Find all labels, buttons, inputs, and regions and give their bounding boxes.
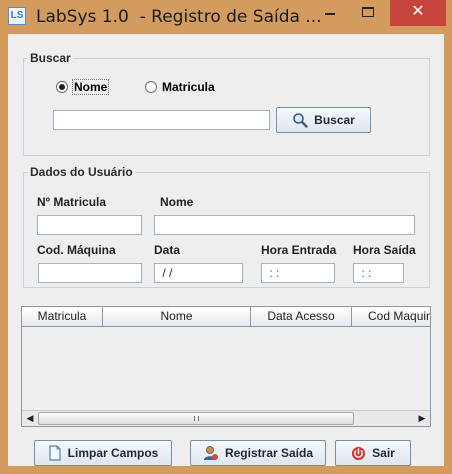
form-panel: Buscar Nome Matricula Buscar Dados do Us… — [8, 34, 444, 466]
grip-icon — [194, 416, 199, 421]
registrar-saida-button[interactable]: Registrar Saída — [190, 440, 326, 466]
matricula-label: Nº Matricula — [37, 195, 107, 209]
cod-maquina-field[interactable] — [38, 263, 142, 283]
scroll-right-icon[interactable]: ▶ — [414, 411, 430, 426]
sair-button[interactable]: Sair — [335, 440, 411, 466]
magnifier-icon — [293, 113, 308, 128]
document-icon — [49, 445, 61, 461]
hora-saida-label: Hora Saída — [353, 243, 416, 257]
limpar-campos-button[interactable]: Limpar Campos — [34, 440, 172, 466]
title-bar[interactable]: LS LabSys 1.0 - Registro de Saída ... ✕ — [0, 0, 452, 34]
close-button[interactable]: ✕ — [390, 0, 446, 26]
column-header-cod-maquina[interactable]: Cod Maquina — [352, 307, 430, 327]
column-header-matricula[interactable]: Matricula — [22, 307, 103, 327]
user-icon — [203, 446, 218, 460]
hora-saida-field[interactable] — [353, 263, 404, 283]
radio-unselected-icon — [145, 81, 157, 93]
horizontal-scrollbar[interactable]: ◀ ▶ — [22, 410, 430, 426]
registrar-saida-label: Registrar Saída — [224, 446, 314, 460]
radio-matricula-label: Matricula — [162, 80, 215, 94]
buscar-button[interactable]: Buscar — [276, 107, 371, 133]
hora-entrada-field[interactable] — [261, 263, 335, 283]
power-icon — [352, 446, 366, 460]
window-title: LabSys 1.0 - Registro de Saída ... — [36, 7, 322, 27]
maximize-button[interactable] — [351, 0, 385, 26]
cod-maquina-label: Cod. Máquina — [37, 243, 116, 257]
data-label: Data — [154, 243, 181, 257]
radio-selected-icon — [56, 81, 68, 93]
hora-entrada-label: Hora Entrada — [261, 243, 337, 257]
search-input[interactable] — [53, 110, 270, 130]
buscar-legend: Buscar — [30, 51, 71, 65]
maximize-icon — [362, 7, 374, 17]
scroll-left-icon[interactable]: ◀ — [22, 411, 38, 426]
acessos-table[interactable]: Matricula Nome Data Acesso Cod Maquina ◀… — [21, 306, 431, 427]
table-header: Matricula Nome Data Acesso Cod Maquina — [22, 307, 430, 327]
nome-label: Nome — [160, 195, 194, 209]
column-header-nome[interactable]: Nome — [103, 307, 251, 327]
radio-nome[interactable]: Nome — [56, 79, 110, 95]
limpar-campos-label: Limpar Campos — [67, 446, 159, 460]
data-field[interactable] — [154, 263, 243, 283]
radio-matricula[interactable]: Matricula — [145, 80, 215, 94]
column-header-data-acesso[interactable]: Data Acesso — [251, 307, 352, 327]
scrollbar-thumb[interactable] — [38, 412, 354, 425]
minimize-icon — [325, 13, 335, 15]
buscar-button-label: Buscar — [314, 113, 355, 127]
minimize-button[interactable] — [316, 0, 344, 26]
nome-field[interactable] — [154, 215, 415, 235]
matricula-field[interactable] — [37, 215, 142, 235]
app-icon: LS — [8, 7, 26, 25]
sair-label: Sair — [372, 446, 395, 460]
radio-nome-label: Nome — [71, 79, 110, 95]
buscar-group: Buscar — [23, 51, 430, 156]
dados-usuario-legend: Dados do Usuário — [30, 165, 133, 179]
